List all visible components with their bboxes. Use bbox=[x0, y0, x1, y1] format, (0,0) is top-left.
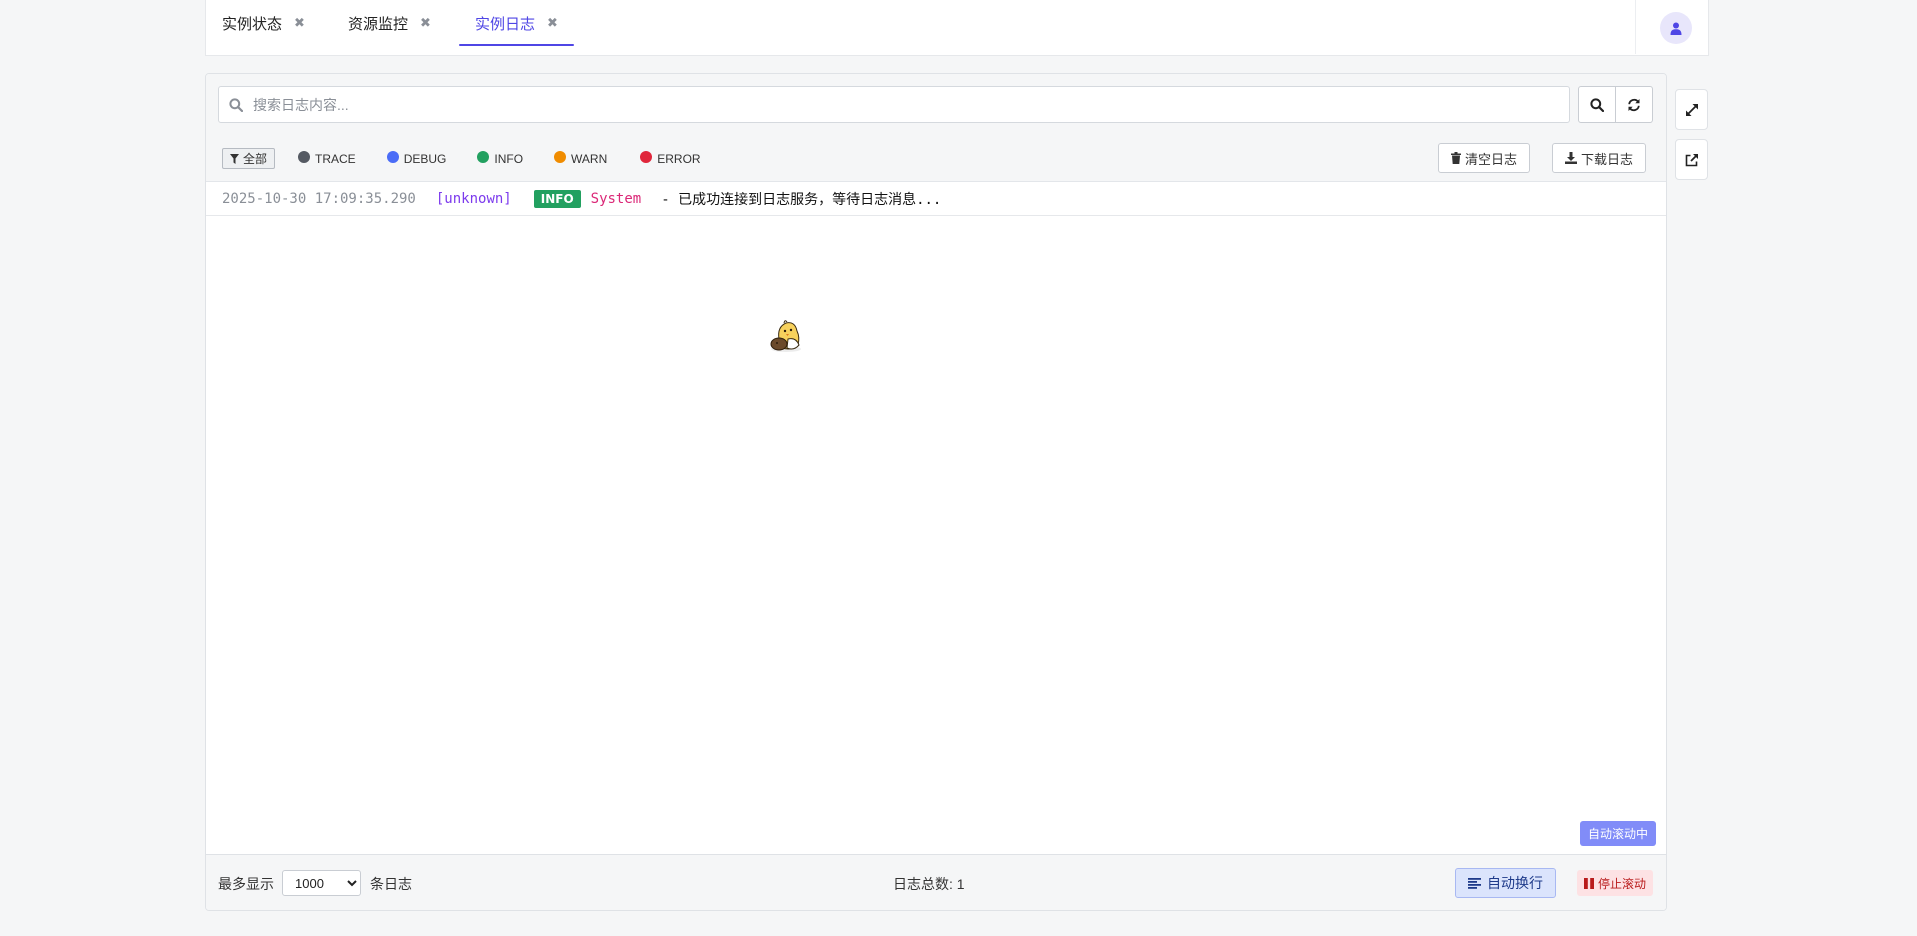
download-logs-button[interactable]: 下载日志 bbox=[1552, 143, 1647, 173]
filter-label: TRACE bbox=[315, 151, 356, 166]
lines-unit-label: 条日志 bbox=[370, 876, 412, 892]
filter-label: WARN bbox=[571, 151, 608, 166]
filter-info[interactable]: INFO bbox=[477, 151, 524, 166]
log-thread: [unknown] bbox=[435, 190, 512, 207]
chick-mascot-icon bbox=[770, 320, 801, 352]
pause-icon bbox=[1584, 877, 1594, 889]
tab-resource-monitor[interactable]: 资源监控 ✖ bbox=[348, 0, 431, 46]
log-toolbar: 全部 TRACE DEBUG INFO WARN ERROR bbox=[206, 74, 1666, 182]
tab-instance-logs[interactable]: 实例日志 ✖ bbox=[459, 0, 574, 46]
log-message: - 已成功连接到日志服务，等待日志消息... bbox=[661, 191, 942, 208]
filter-error[interactable]: ERROR bbox=[640, 151, 701, 166]
log-entry: 2025-10-30 17:09:35.290 [unknown] INFO S… bbox=[206, 182, 1666, 216]
filter-all-button[interactable]: 全部 bbox=[222, 148, 276, 169]
tab-bar: 实例状态 ✖ 资源监控 ✖ 实例日志 ✖ bbox=[205, 0, 1709, 56]
trace-dot-icon bbox=[298, 151, 311, 163]
user-icon bbox=[1670, 22, 1682, 35]
tab-instance-status[interactable]: 实例状态 ✖ bbox=[222, 0, 305, 46]
info-dot-icon bbox=[477, 151, 490, 163]
open-external-button[interactable] bbox=[1675, 139, 1708, 180]
debug-dot-icon bbox=[386, 151, 399, 163]
error-dot-icon bbox=[640, 151, 653, 163]
auto-wrap-label: 自动换行 bbox=[1487, 875, 1543, 891]
auto-wrap-button[interactable]: 自动换行 bbox=[1455, 868, 1556, 898]
expand-icon bbox=[1685, 103, 1698, 116]
search-icon bbox=[1590, 97, 1604, 112]
filter-label: ERROR bbox=[657, 151, 701, 166]
filter-label: DEBUG bbox=[403, 151, 447, 166]
trash-icon bbox=[1451, 152, 1461, 164]
max-lines-select[interactable]: 1000 bbox=[282, 870, 361, 896]
tab-label: 实例日志 bbox=[475, 15, 536, 33]
user-avatar[interactable] bbox=[1660, 12, 1692, 44]
log-viewer[interactable]: 2025-10-30 17:09:35.290 [unknown] INFO S… bbox=[206, 182, 1666, 856]
log-timestamp: 2025-10-30 17:09:35.290 bbox=[222, 190, 416, 207]
close-icon[interactable]: ✖ bbox=[420, 15, 431, 31]
search-box[interactable] bbox=[218, 86, 1570, 123]
tab-label: 实例状态 bbox=[222, 15, 283, 33]
max-show-label: 最多显示 bbox=[218, 876, 274, 892]
close-icon[interactable]: ✖ bbox=[547, 15, 558, 31]
clear-logs-button[interactable]: 清空日志 bbox=[1438, 143, 1531, 173]
stop-scroll-label: 停止滚动 bbox=[1598, 876, 1647, 891]
autoscroll-status-badge: 自动滚动中 bbox=[1579, 821, 1656, 846]
close-icon[interactable]: ✖ bbox=[294, 15, 305, 31]
log-footer: 最多显示 1000 条日志 日志总数: 1 自动换行 停止滚动 bbox=[206, 854, 1666, 910]
refresh-button[interactable] bbox=[1615, 86, 1653, 123]
filter-trace[interactable]: TRACE bbox=[298, 151, 356, 166]
download-logs-label: 下载日志 bbox=[1581, 151, 1634, 167]
align-left-icon bbox=[1468, 877, 1481, 889]
stop-scroll-button[interactable]: 停止滚动 bbox=[1577, 870, 1654, 896]
search-input[interactable] bbox=[253, 96, 1553, 113]
log-total-count: 日志总数: 1 bbox=[893, 876, 965, 892]
warn-dot-icon bbox=[554, 151, 567, 163]
log-panel: 全部 TRACE DEBUG INFO WARN ERROR bbox=[205, 73, 1667, 911]
filter-icon bbox=[230, 153, 239, 164]
clear-logs-label: 清空日志 bbox=[1465, 151, 1518, 167]
level-filters: 全部 TRACE DEBUG INFO WARN ERROR bbox=[222, 148, 701, 169]
download-icon bbox=[1565, 152, 1577, 164]
filter-label: INFO bbox=[494, 151, 524, 166]
search-button[interactable] bbox=[1578, 86, 1616, 123]
filter-warn[interactable]: WARN bbox=[554, 151, 608, 166]
log-level-badge: INFO bbox=[533, 189, 581, 208]
tab-label: 资源监控 bbox=[348, 15, 409, 33]
external-link-icon bbox=[1685, 153, 1698, 166]
search-icon bbox=[229, 97, 243, 112]
filter-debug[interactable]: DEBUG bbox=[386, 151, 447, 166]
log-source: System bbox=[590, 190, 642, 207]
fullscreen-button[interactable] bbox=[1675, 89, 1708, 130]
refresh-icon bbox=[1628, 98, 1640, 111]
divider bbox=[1635, 0, 1636, 54]
filter-all-label: 全部 bbox=[243, 152, 268, 166]
